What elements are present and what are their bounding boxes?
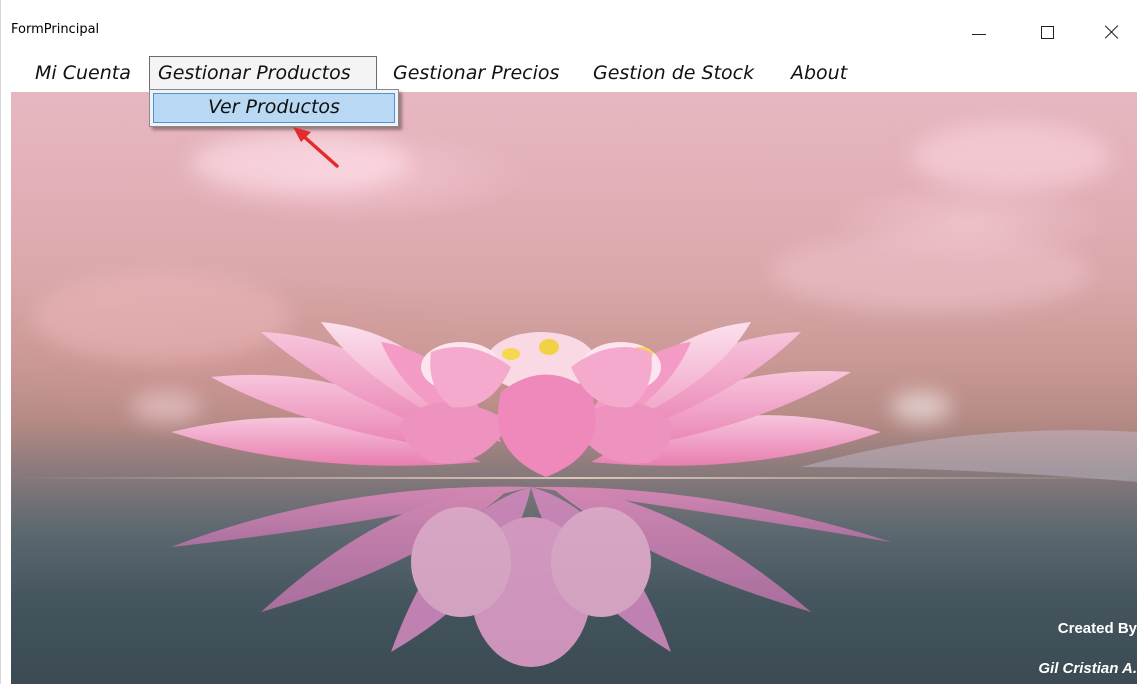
background-image: [11, 92, 1137, 684]
gestionar-productos-dropdown: Ver Productos: [149, 89, 399, 127]
credits-created-by: Created By: [1057, 620, 1137, 637]
menu-bar: Mi Cuenta Gestionar Productos Gestionar …: [1, 56, 1137, 92]
main-window: FormPrincipal Mi Cuenta Gestionar Produc…: [0, 0, 1137, 684]
menu-gestionar-productos[interactable]: Gestionar Productos: [149, 56, 377, 90]
minimize-button[interactable]: [956, 12, 1002, 52]
menu-item-ver-productos[interactable]: Ver Productos: [153, 93, 395, 123]
maximize-icon: [1040, 25, 1054, 39]
menu-gestion-de-stock[interactable]: Gestion de Stock: [585, 56, 762, 90]
close-icon: [1104, 24, 1120, 40]
red-arrow-annotation: [293, 127, 339, 168]
menu-mi-cuenta[interactable]: Mi Cuenta: [27, 56, 139, 90]
maximize-button[interactable]: [1024, 12, 1070, 52]
menu-about[interactable]: About: [783, 56, 855, 90]
credits-author: Gil Cristian A.: [1038, 660, 1137, 677]
window-title: FormPrincipal: [11, 22, 100, 37]
minimize-icon: [972, 33, 986, 35]
title-bar[interactable]: FormPrincipal: [1, 0, 1137, 56]
menu-gestionar-precios[interactable]: Gestionar Precios: [385, 56, 567, 90]
close-button[interactable]: [1089, 12, 1135, 52]
lotus-flower-illustration: [171, 322, 1137, 667]
